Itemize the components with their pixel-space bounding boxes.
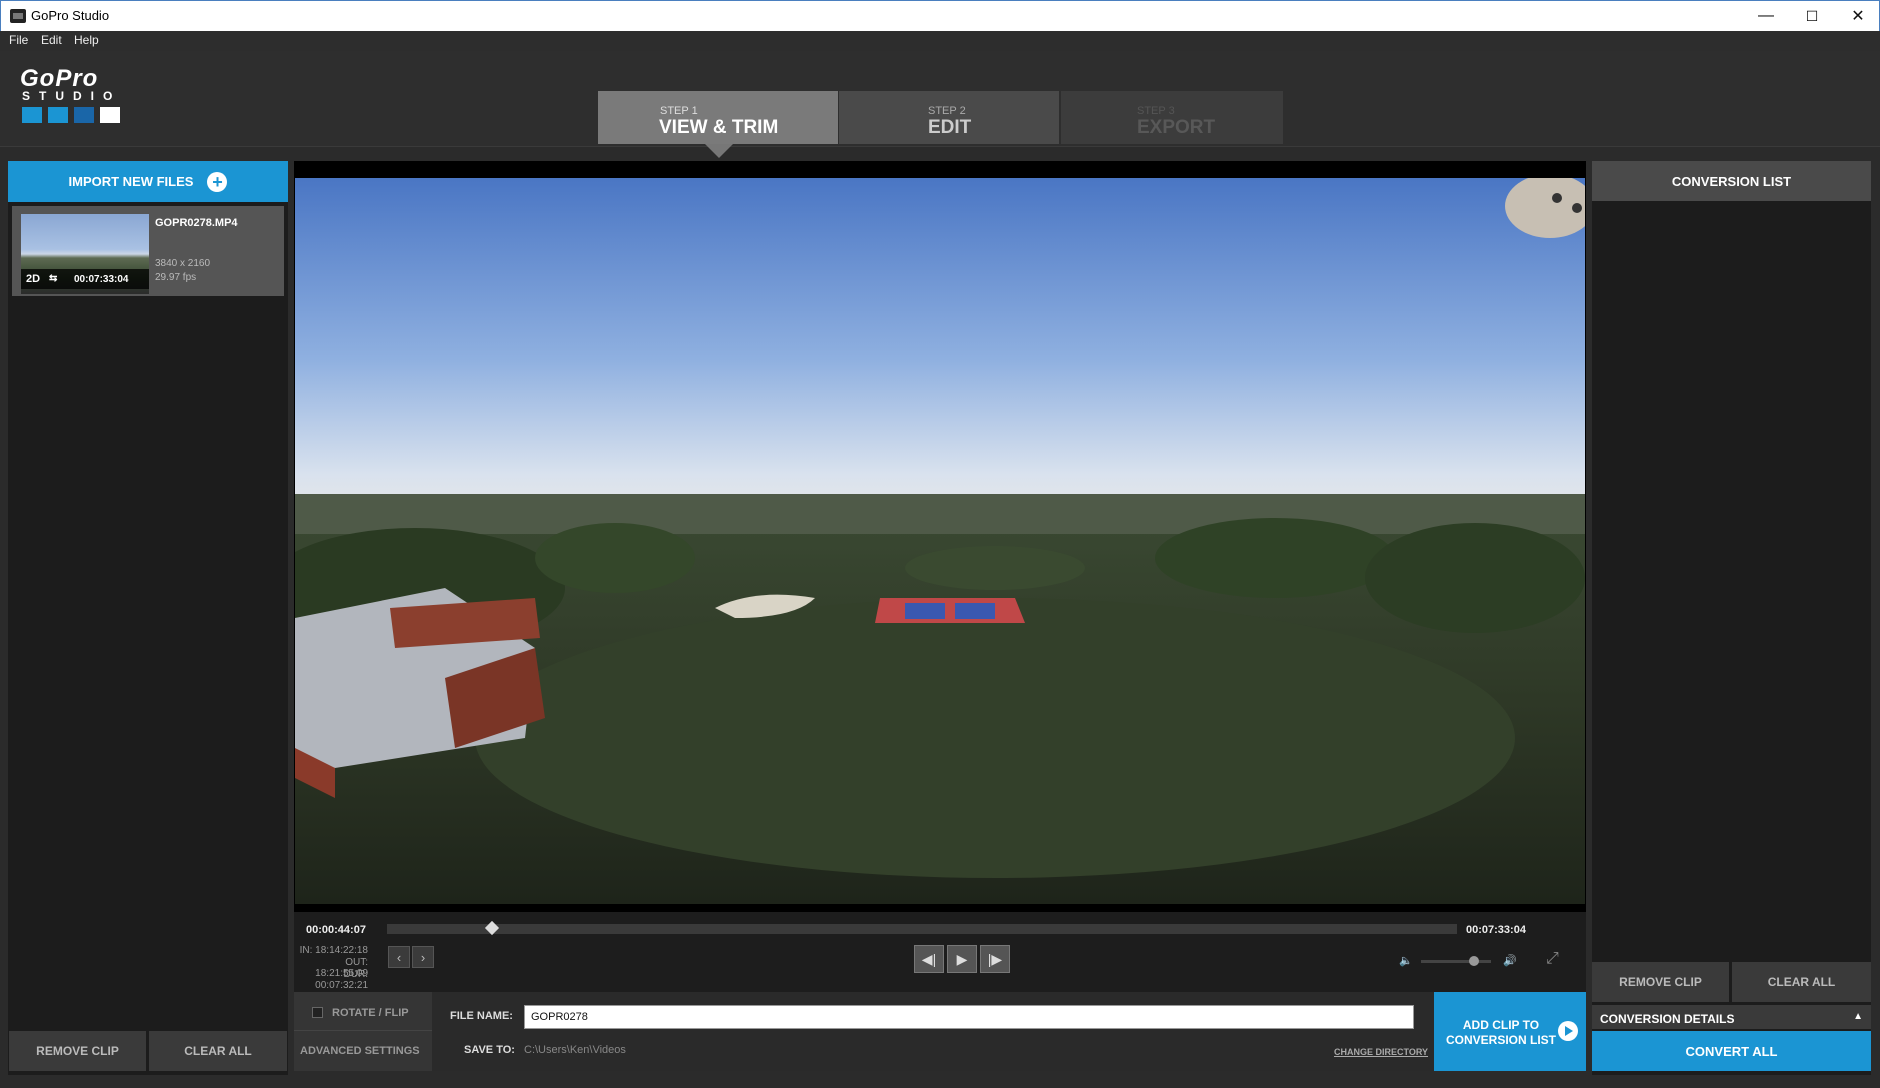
current-timecode: 00:00:44:07 bbox=[306, 924, 366, 936]
tab-step-number: STEP 3 bbox=[1137, 105, 1175, 117]
tab-label: EXPORT bbox=[1137, 117, 1216, 138]
maximize-button[interactable]: ☐ bbox=[1789, 1, 1835, 31]
window-title: GoPro Studio bbox=[31, 8, 110, 23]
file-name-label: FILE NAME: bbox=[450, 1010, 513, 1022]
video-viewer bbox=[294, 161, 1586, 995]
add-clip-label-line1: ADD CLIP TO bbox=[1462, 1018, 1540, 1032]
save-to-label: SAVE TO: bbox=[464, 1044, 515, 1056]
link-icon: ⇆ bbox=[49, 273, 58, 284]
logo-square-2 bbox=[48, 107, 68, 123]
play-button[interactable]: ▶ bbox=[947, 945, 977, 973]
menu-bar: File Edit Help bbox=[0, 31, 1880, 51]
chevron-up-icon: ▲ bbox=[1853, 1011, 1863, 1022]
logo-square-1 bbox=[22, 107, 42, 123]
menu-file[interactable]: File bbox=[9, 33, 28, 47]
tab-step-number: STEP 2 bbox=[928, 105, 966, 117]
total-timecode: 00:07:33:04 bbox=[1466, 924, 1526, 936]
studio-logo-text: STUDIO bbox=[22, 89, 122, 103]
video-preview[interactable] bbox=[295, 178, 1585, 904]
advanced-settings-button[interactable]: ADVANCED SETTINGS bbox=[300, 1045, 420, 1057]
convert-all-button[interactable]: CONVERT ALL bbox=[1592, 1031, 1871, 1071]
close-button[interactable]: ✕ bbox=[1835, 1, 1880, 31]
add-clip-label-line2: CONVERSION LIST bbox=[1445, 1033, 1556, 1047]
play-icon: ▶ bbox=[956, 950, 968, 967]
divider bbox=[294, 1030, 432, 1031]
tab-edit[interactable]: STEP 2 EDIT bbox=[839, 91, 1059, 144]
mark-in-icon[interactable]: ‹ bbox=[388, 946, 410, 968]
step-back-button[interactable]: ◀| bbox=[914, 945, 944, 973]
tab-label: EDIT bbox=[928, 117, 972, 138]
tab-view-trim[interactable]: STEP 1 VIEW & TRIM bbox=[598, 91, 838, 144]
step-back-icon: ◀| bbox=[921, 950, 937, 967]
volume-high-icon: 🔊 bbox=[1503, 955, 1517, 967]
mark-out-icon[interactable]: › bbox=[412, 946, 434, 968]
menu-edit[interactable]: Edit bbox=[41, 33, 62, 47]
app-icon bbox=[10, 9, 26, 23]
step-forward-icon: |▶ bbox=[987, 950, 1003, 967]
conversion-list-title: CONVERSION LIST bbox=[1592, 161, 1871, 201]
fullscreen-icon[interactable]: ⤢ bbox=[1546, 950, 1559, 968]
clip-mode-badge: 2D bbox=[26, 273, 41, 285]
active-step-pointer bbox=[705, 144, 733, 158]
conversion-remove-clip-button[interactable]: REMOVE CLIP bbox=[1592, 962, 1729, 1002]
rotate-flip-checkbox[interactable] bbox=[312, 1007, 323, 1018]
export-settings-bar: ROTATE / FLIP ADVANCED SETTINGS FILE NAM… bbox=[294, 992, 1586, 1071]
clip-filename: GOPR0278.MP4 bbox=[155, 217, 238, 229]
import-new-files-button[interactable]: IMPORT NEW FILES + bbox=[8, 161, 288, 202]
save-to-path: C:\Users\Ken\Videos bbox=[524, 1044, 626, 1056]
clear-all-button[interactable]: CLEAR ALL bbox=[149, 1031, 287, 1071]
timeline-scrubber[interactable] bbox=[387, 924, 1457, 934]
transport-bar: 00:00:44:07 00:07:33:04 IN: 18:14:22:18 … bbox=[294, 912, 1586, 992]
conversion-details-toggle[interactable]: CONVERSION DETAILS ▲ bbox=[1592, 1005, 1871, 1029]
clip-resolution: 3840 x 2160 bbox=[155, 258, 211, 269]
add-clip-to-conversion-list-button[interactable]: ADD CLIP TO CONVERSION LIST bbox=[1434, 992, 1586, 1071]
tab-label: VIEW & TRIM bbox=[659, 117, 779, 138]
clip-fps: 29.97 fps bbox=[155, 272, 197, 283]
rotate-flip-label: ROTATE / FLIP bbox=[332, 1007, 409, 1019]
remove-clip-button[interactable]: REMOVE CLIP bbox=[9, 1031, 146, 1071]
import-label: IMPORT NEW FILES bbox=[68, 174, 194, 189]
volume-low-icon: 🔈 bbox=[1399, 955, 1413, 967]
in-point: IN: 18:14:22:18 bbox=[299, 945, 368, 956]
play-circle-icon bbox=[1558, 1021, 1578, 1041]
conversion-details-label: CONVERSION DETAILS bbox=[1600, 1012, 1735, 1026]
step-forward-button[interactable]: |▶ bbox=[980, 945, 1010, 973]
file-name-input[interactable] bbox=[524, 1005, 1414, 1029]
volume-knob[interactable] bbox=[1468, 956, 1479, 966]
plus-circle-icon: + bbox=[207, 171, 228, 192]
title-bar: GoPro Studio — ☐ ✕ bbox=[0, 0, 1880, 31]
conversion-clear-all-button[interactable]: CLEAR ALL bbox=[1732, 962, 1871, 1002]
volume-slider[interactable] bbox=[1421, 960, 1491, 963]
tab-export[interactable]: STEP 3 EXPORT bbox=[1061, 91, 1283, 144]
clip-duration: 00:07:33:04 bbox=[74, 274, 129, 285]
header: GoPro STUDIO STEP 1 VIEW & TRIM STEP 2 E… bbox=[0, 51, 1880, 158]
rotate-settings-area: ROTATE / FLIP ADVANCED SETTINGS bbox=[294, 992, 432, 1071]
video-frame-image bbox=[295, 178, 1585, 904]
logo-square-3 bbox=[74, 107, 94, 123]
change-directory-link[interactable]: CHANGE DIRECTORY bbox=[1334, 1047, 1428, 1057]
tab-step-number: STEP 1 bbox=[660, 105, 698, 117]
logo-square-4 bbox=[100, 107, 120, 123]
media-bin-panel: IMPORT NEW FILES + 2D ⇆ 00:07:33:04 GOPR… bbox=[8, 161, 288, 1075]
media-clip-item[interactable]: 2D ⇆ 00:07:33:04 GOPR0278.MP4 3840 x 216… bbox=[12, 206, 284, 296]
duration-readout: DUR: 00:07:32:21 bbox=[315, 969, 368, 991]
menu-help[interactable]: Help bbox=[74, 33, 99, 47]
minimize-button[interactable]: — bbox=[1743, 1, 1789, 31]
conversion-list-panel: CONVERSION LIST REMOVE CLIP CLEAR ALL CO… bbox=[1592, 161, 1871, 1075]
